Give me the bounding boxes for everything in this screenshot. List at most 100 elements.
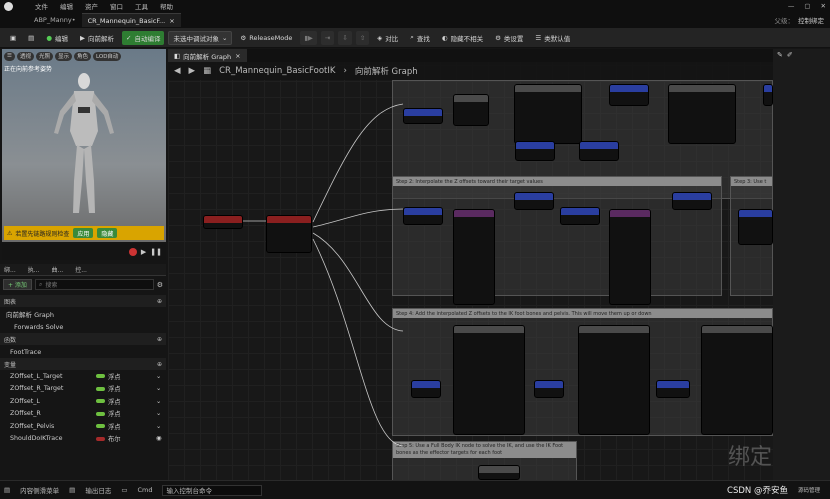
eye-icon[interactable]: ◉ bbox=[156, 435, 162, 442]
variable-row[interactable]: ZOffset_L_Target 浮点 ⌄ bbox=[0, 370, 166, 383]
step-over-button[interactable]: ⇥ bbox=[320, 30, 335, 45]
preview-viewport[interactable]: ☰ 透视 光照 显示 角色 LOD自动 正在向前参考姿势 ⚠ 若置先链路规则检查… bbox=[2, 49, 166, 242]
step-into-button[interactable]: ⇩ bbox=[338, 30, 352, 45]
hide-warning-button[interactable]: 隐藏 bbox=[97, 228, 118, 238]
class-defaults-button[interactable]: ☰ 类默认值 bbox=[531, 31, 574, 45]
apply-button[interactable]: 应用 bbox=[73, 228, 94, 238]
node-get-zoffset-pelvis[interactable] bbox=[656, 380, 690, 398]
chevron-icon[interactable]: ⌄ bbox=[156, 423, 161, 430]
step-button[interactable]: ▮▶ bbox=[300, 30, 317, 45]
node-full-body-ik[interactable] bbox=[478, 465, 520, 480]
output-log-button[interactable]: 输出日志 bbox=[85, 485, 111, 495]
add-graph-icon[interactable]: ⊕ bbox=[157, 298, 162, 305]
tab-curve[interactable]: 曲... bbox=[51, 265, 63, 274]
variable-row[interactable]: ZOffset_L 浮点 ⌄ bbox=[0, 395, 166, 408]
node-set-zoffset-l-target[interactable] bbox=[515, 141, 555, 161]
node-set-zoffset-l-2[interactable] bbox=[514, 192, 554, 210]
debug-object-select[interactable]: 未选中调试对象 ⌄ bbox=[168, 30, 233, 45]
node-foot-trace-2[interactable] bbox=[668, 84, 736, 144]
node-modify-bone-2[interactable] bbox=[578, 325, 650, 435]
tab-rig[interactable]: 绑... bbox=[4, 265, 16, 274]
node-set-zoffset-r-target[interactable] bbox=[579, 141, 619, 161]
record-icon[interactable] bbox=[128, 248, 137, 256]
settings-icon[interactable]: ⚙ bbox=[157, 281, 163, 289]
menu-help[interactable]: 帮助 bbox=[160, 1, 173, 11]
maximize-icon[interactable]: ▢ bbox=[804, 2, 810, 10]
variable-row[interactable]: ShouldDoIKTrace 布尔 ◉ bbox=[0, 433, 166, 446]
tab-control[interactable]: 控... bbox=[75, 265, 87, 274]
add-function-icon[interactable]: ⊕ bbox=[157, 336, 162, 343]
play-icon[interactable]: ▶ bbox=[141, 248, 146, 256]
class-settings-button[interactable]: ⚙ 类设置 bbox=[491, 31, 527, 45]
tab-cr-mannequin[interactable]: CR_Mannequin_BasicF... × bbox=[81, 13, 181, 27]
perspective-button[interactable]: 透视 bbox=[16, 51, 34, 61]
release-mode-button[interactable]: ⚙ ReleaseMode bbox=[236, 31, 296, 45]
node-foot-trace-1[interactable] bbox=[514, 84, 582, 144]
chevron-icon[interactable]: ⌄ bbox=[156, 398, 161, 405]
menu-file[interactable]: 文件 bbox=[35, 1, 48, 11]
tab-exec[interactable]: 执... bbox=[28, 265, 40, 274]
viewport-menu-button[interactable]: ☰ bbox=[4, 51, 15, 61]
compile-button[interactable]: ● 编辑 bbox=[42, 31, 72, 45]
variable-row[interactable]: ZOffset_R 浮点 ⌄ bbox=[0, 408, 166, 421]
browse-button[interactable]: ▤ bbox=[24, 31, 38, 45]
chevron-icon[interactable]: ⌄ bbox=[156, 385, 161, 392]
tab-abp-manny[interactable]: ABP_Manny• bbox=[28, 13, 82, 27]
source-control-button[interactable]: 源码管理 bbox=[798, 486, 820, 494]
function-item[interactable]: FootTrace bbox=[0, 345, 166, 358]
character-button[interactable]: 角色 bbox=[73, 51, 91, 61]
node-set-zoffset-r-2[interactable] bbox=[738, 209, 773, 245]
node-modify-bone-1[interactable] bbox=[453, 325, 525, 435]
add-button[interactable]: + 添加 bbox=[3, 279, 32, 290]
node-interp-2[interactable] bbox=[609, 209, 651, 305]
node-set-zoffset-l-1[interactable] bbox=[403, 207, 443, 225]
content-drawer-button[interactable]: 内容侧滑菜单 bbox=[20, 485, 59, 495]
chevron-icon[interactable]: ⌄ bbox=[156, 410, 161, 417]
brush-icon[interactable]: ✐ bbox=[787, 51, 793, 59]
node-set-zoffset-pelvis[interactable] bbox=[672, 192, 712, 210]
section-graphs[interactable]: 图表 ⊕ bbox=[0, 295, 166, 307]
lighting-button[interactable]: 光照 bbox=[35, 51, 53, 61]
section-functions[interactable]: 函数 ⊕ bbox=[0, 333, 166, 345]
output-log-icon[interactable]: ▤ bbox=[69, 486, 75, 494]
graph-item[interactable]: 向前解析 Graph bbox=[0, 307, 166, 320]
chevron-icon[interactable]: ⌄ bbox=[156, 373, 161, 380]
node-branch[interactable] bbox=[453, 94, 489, 126]
compare-button[interactable]: ◈ 对比 bbox=[373, 31, 402, 45]
pause-icon[interactable]: ❚❚ bbox=[150, 248, 162, 256]
cmd-dropdown[interactable]: Cmd bbox=[137, 486, 152, 494]
graph-subitem[interactable]: Forwards Solve bbox=[0, 320, 166, 333]
variable-row[interactable]: ZOffset_Pelvis 浮点 ⌄ bbox=[0, 420, 166, 433]
menu-asset[interactable]: 资产 bbox=[85, 1, 98, 11]
menu-edit[interactable]: 编辑 bbox=[60, 1, 73, 11]
menu-window[interactable]: 窗口 bbox=[110, 1, 123, 11]
menu-tools[interactable]: 工具 bbox=[135, 1, 148, 11]
minimize-icon[interactable]: — bbox=[788, 2, 795, 10]
save-button[interactable]: ▣ bbox=[6, 31, 20, 45]
step-out-button[interactable]: ⇧ bbox=[355, 30, 370, 45]
forward-solve-button[interactable]: ▶ 向前解析 bbox=[76, 31, 118, 45]
console-input[interactable]: 输入控制台命令 bbox=[162, 484, 263, 496]
node-set-should-trace[interactable] bbox=[403, 108, 443, 124]
section-variables[interactable]: 变量 ⊕ bbox=[0, 358, 166, 370]
content-drawer-icon[interactable]: ▤ bbox=[4, 486, 10, 494]
node-event[interactable] bbox=[203, 215, 243, 229]
node-set-zoffset-r-1[interactable] bbox=[560, 207, 600, 225]
hide-unrelated-button[interactable]: ◐ 隐藏不相关 bbox=[438, 31, 487, 45]
variable-row[interactable]: ZOffset_R_Target 浮点 ⌄ bbox=[0, 383, 166, 396]
node-interp-1[interactable] bbox=[453, 209, 495, 305]
node-set-zl-target-2[interactable] bbox=[763, 84, 773, 106]
show-button[interactable]: 显示 bbox=[54, 51, 72, 61]
search-input[interactable]: ⌕ 搜索 bbox=[34, 279, 154, 290]
close-window-icon[interactable]: ✕ bbox=[821, 2, 826, 10]
node-sequence[interactable] bbox=[266, 215, 312, 253]
node-set-zl-target[interactable] bbox=[609, 84, 649, 106]
auto-compile-toggle[interactable]: ✓ 自动编译 bbox=[121, 30, 165, 45]
graph-editor[interactable]: ◧ 向前解析 Graph × ◀ ▶ ▦ CR_Mannequin_BasicFoo… bbox=[168, 49, 773, 480]
find-button[interactable]: ⌕ 查找 bbox=[406, 31, 434, 45]
node-modify-bone-3[interactable] bbox=[701, 325, 773, 435]
app-logo-icon[interactable] bbox=[4, 1, 13, 11]
node-get-zoffset-l[interactable] bbox=[411, 380, 441, 398]
close-tab-icon[interactable]: × bbox=[169, 17, 174, 25]
lod-button[interactable]: LOD自动 bbox=[93, 51, 122, 61]
